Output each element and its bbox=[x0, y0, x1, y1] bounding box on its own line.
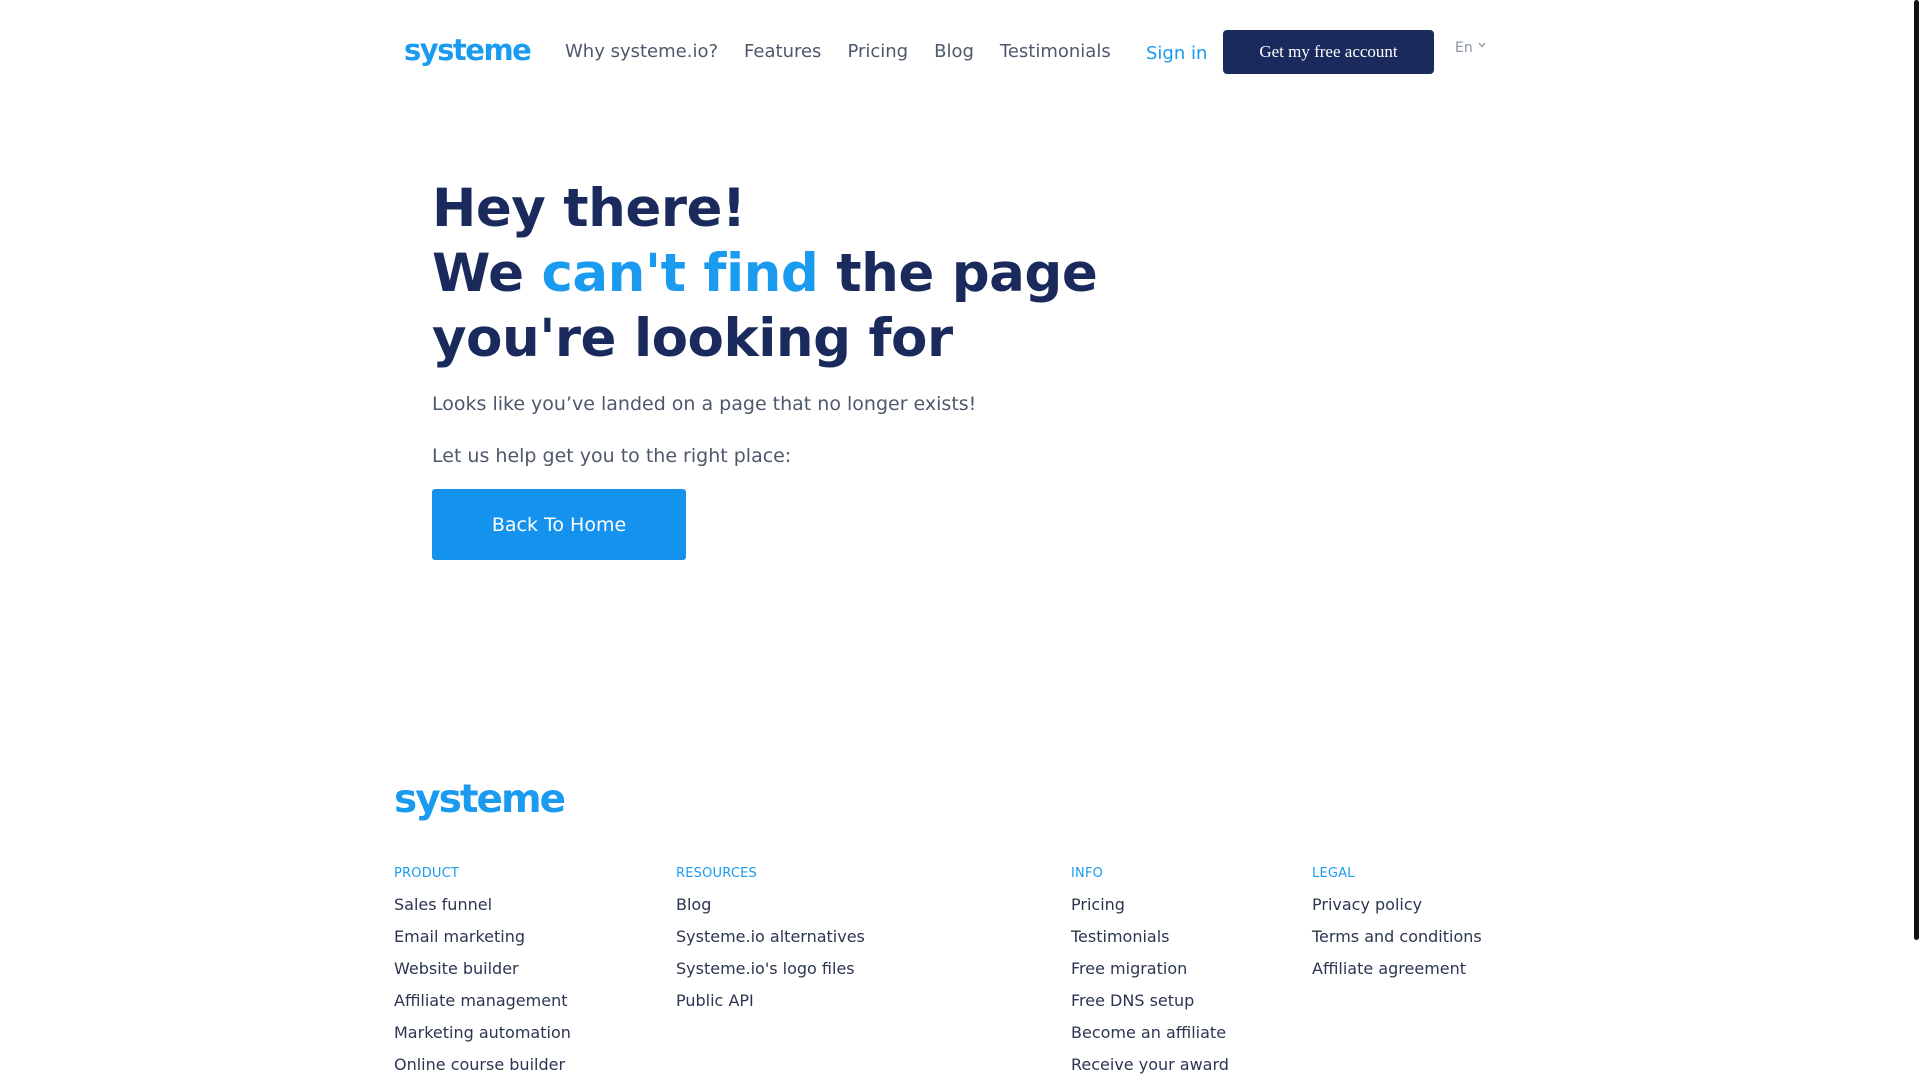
footer-link[interactable]: Privacy policy bbox=[1312, 895, 1422, 914]
footer-link[interactable]: Affiliate agreement bbox=[1312, 959, 1466, 978]
footer-column-product: PRODUCT Sales funnel Email marketing Web… bbox=[394, 866, 571, 1080]
footer-link[interactable]: Email marketing bbox=[394, 927, 525, 946]
chevron-down-icon bbox=[1478, 42, 1486, 48]
title-line-1: Hey there! bbox=[432, 178, 746, 239]
language-selector[interactable]: En bbox=[1455, 40, 1486, 56]
help-text: Let us help get you to the right place: bbox=[432, 445, 792, 467]
title-line-2-post: the page bbox=[818, 243, 1098, 304]
footer-link[interactable]: Affiliate management bbox=[394, 991, 568, 1010]
title-line-3: you're looking for bbox=[432, 308, 953, 369]
sign-in-link[interactable]: Sign in bbox=[1146, 43, 1207, 64]
scrollbar-thumb[interactable] bbox=[1914, 0, 1919, 940]
footer-link[interactable]: Receive your award bbox=[1071, 1055, 1229, 1074]
footer-heading: PRODUCT bbox=[394, 866, 460, 881]
footer-link[interactable]: Free migration bbox=[1071, 959, 1187, 978]
footer-heading: LEGAL bbox=[1312, 866, 1355, 881]
nav-why-systeme[interactable]: Why systeme.io? bbox=[565, 41, 718, 62]
footer-column-legal: LEGAL Privacy policy Terms and condition… bbox=[1312, 866, 1482, 991]
footer-link[interactable]: Pricing bbox=[1071, 895, 1125, 914]
nav-blog[interactable]: Blog bbox=[934, 41, 974, 62]
footer-link[interactable]: Online course builder bbox=[394, 1055, 565, 1074]
footer-heading: INFO bbox=[1071, 866, 1104, 881]
get-free-account-button[interactable]: Get my free account bbox=[1223, 30, 1434, 74]
footer-logo[interactable]: systeme bbox=[394, 777, 566, 822]
footer-link[interactable]: Marketing automation bbox=[394, 1023, 571, 1042]
nav-features[interactable]: Features bbox=[744, 41, 821, 62]
title-line-2-pre: We bbox=[432, 243, 542, 304]
lead-text: Looks like you’ve landed on a page that … bbox=[432, 393, 977, 415]
footer-column-resources: RESOURCES Blog Systeme.io alternatives S… bbox=[676, 866, 865, 1023]
site-header: systeme Why systeme.io? Features Pricing… bbox=[0, 0, 1910, 104]
footer-link[interactable]: Public API bbox=[676, 991, 754, 1010]
main-nav: Why systeme.io? Features Pricing Blog Te… bbox=[565, 41, 1111, 62]
footer-heading: RESOURCES bbox=[676, 866, 757, 881]
footer-link[interactable]: Systeme.io's logo files bbox=[676, 959, 855, 978]
footer-link[interactable]: Terms and conditions bbox=[1312, 927, 1482, 946]
scrollbar[interactable] bbox=[1912, 0, 1920, 1080]
nav-testimonials[interactable]: Testimonials bbox=[1000, 41, 1111, 62]
nav-pricing[interactable]: Pricing bbox=[847, 41, 908, 62]
page-title: Hey there! We can't find the page you're… bbox=[432, 176, 1132, 371]
footer-column-info: INFO Pricing Testimonials Free migration… bbox=[1071, 866, 1229, 1080]
footer-link[interactable]: Website builder bbox=[394, 959, 519, 978]
back-to-home-button[interactable]: Back To Home bbox=[432, 489, 686, 560]
footer-link[interactable]: Free DNS setup bbox=[1071, 991, 1194, 1010]
footer-link[interactable]: Systeme.io alternatives bbox=[676, 927, 865, 946]
footer-link[interactable]: Sales funnel bbox=[394, 895, 492, 914]
footer-link[interactable]: Become an affiliate bbox=[1071, 1023, 1226, 1042]
systeme-logo[interactable]: systeme bbox=[404, 33, 532, 67]
title-line-2-accent: can't find bbox=[541, 243, 819, 304]
footer-link[interactable]: Blog bbox=[676, 895, 711, 914]
not-found-hero: Hey there! We can't find the page you're… bbox=[432, 176, 1132, 467]
footer-link[interactable]: Testimonials bbox=[1071, 927, 1170, 946]
language-label: En bbox=[1455, 40, 1473, 56]
